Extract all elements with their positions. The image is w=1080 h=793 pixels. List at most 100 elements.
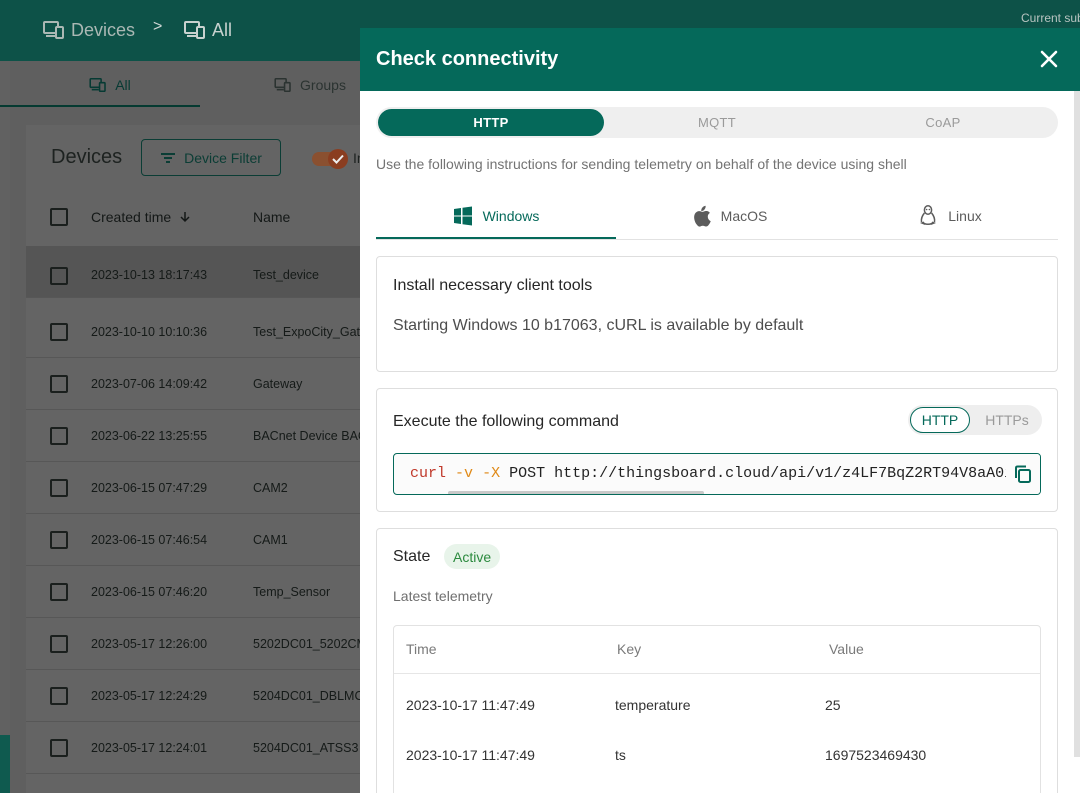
breadcrumb-separator: > (153, 18, 163, 35)
breadcrumb-root-label: Devices (71, 19, 136, 40)
breadcrumb-all[interactable]: All (184, 19, 232, 41)
cell-device-name: 5202DC01_5202CM (253, 637, 360, 651)
devices-icon (184, 21, 205, 39)
cell-created-time: 2023-05-17 12:24:29 (91, 689, 208, 703)
command-rest: POST http://thingsboard.cloud/api/v1/z4L… (509, 465, 1014, 482)
protocol-mqtt[interactable]: MQTT (604, 107, 830, 138)
status-badge: Active (444, 544, 501, 569)
option-http[interactable]: HTTP (910, 407, 970, 433)
devices-icon (89, 78, 106, 92)
command-scrollbar[interactable] (448, 491, 704, 494)
device-tabs: All Groups (10, 61, 360, 109)
select-all-checkbox[interactable] (50, 208, 68, 226)
cell-created-time: 2023-10-13 18:17:43 (91, 268, 208, 282)
column-created-time[interactable]: Created time (91, 209, 191, 225)
cell-time: 2023-10-17 11:47:49 (406, 697, 535, 713)
cell-created-time: 2023-06-15 07:46:20 (91, 585, 208, 599)
device-filter-button[interactable]: Device Filter (141, 139, 281, 176)
close-icon[interactable] (1038, 48, 1060, 70)
column-value: Value (829, 641, 864, 657)
cell-created-time: 2023-07-06 14:09:42 (91, 377, 208, 391)
tab-windows-label: Windows (482, 208, 540, 224)
row-checkbox[interactable] (50, 687, 68, 705)
dialog-title: Check connectivity (376, 48, 559, 70)
filter-icon (161, 152, 176, 163)
sidebar-strip-bottom (0, 735, 10, 793)
install-tools-panel: Install necessary client tools Starting … (376, 256, 1058, 372)
column-time: Time (406, 641, 437, 657)
cell-device-name: Test_device (253, 268, 320, 282)
tab-windows[interactable]: Windows (376, 192, 616, 240)
column-key: Key (617, 641, 642, 657)
cell-created-time: 2023-06-22 13:25:55 (91, 429, 208, 443)
http-https-toggle: HTTP HTTPs (908, 405, 1042, 435)
cell-created-time: 2023-10-10 10:10:36 (91, 325, 208, 339)
row-checkbox[interactable] (50, 375, 68, 393)
execute-command-panel: Execute the following command HTTP HTTPs… (376, 388, 1058, 512)
copy-button[interactable] (1006, 454, 1040, 494)
command-box[interactable]: curl -v -X POST http://thingsboard.cloud… (393, 453, 1041, 495)
protocol-toggle: HTTP MQTT CoAP (376, 107, 1058, 138)
row-checkbox[interactable] (50, 739, 68, 757)
dialog-header: Check connectivity (360, 28, 1080, 91)
cell-created-time: 2023-06-15 07:47:29 (91, 481, 208, 495)
dialog-scrollbar[interactable] (1074, 91, 1080, 757)
breadcrumb-devices[interactable]: Devices (43, 19, 135, 41)
check-icon (332, 154, 344, 164)
row-checkbox[interactable] (50, 635, 68, 653)
command-text: curl -v -X POST http://thingsboard.cloud… (410, 465, 1013, 482)
row-checkbox[interactable] (50, 323, 68, 341)
option-https[interactable]: HTTPs (974, 405, 1040, 435)
device-filter-label: Device Filter (184, 149, 262, 166)
cell-time: 2023-10-17 11:47:49 (406, 747, 535, 763)
row-checkbox[interactable] (50, 583, 68, 601)
linux-icon (920, 205, 937, 225)
protocol-http[interactable]: HTTP (378, 109, 604, 136)
tab-groups-label: Groups (300, 77, 346, 93)
tab-linux-label: Linux (948, 208, 982, 224)
tab-all-label: All (115, 77, 131, 93)
cell-device-name: CAM2 (253, 481, 288, 495)
column-name[interactable]: Name (253, 209, 290, 225)
row-checkbox[interactable] (50, 427, 68, 445)
include-toggle-knob[interactable] (328, 149, 348, 169)
row-checkbox[interactable] (50, 267, 68, 285)
protocol-coap[interactable]: CoAP (830, 107, 1056, 138)
cell-key: temperature (615, 697, 691, 713)
tab-macos[interactable]: MacOS (616, 192, 842, 240)
devices-card-title: Devices (51, 146, 123, 168)
windows-icon (453, 206, 472, 226)
table-divider (394, 673, 1040, 674)
state-title: State (393, 548, 431, 565)
cell-created-time: 2023-05-17 12:24:01 (91, 741, 208, 755)
cell-device-name: BACnet Device BAC (253, 429, 360, 443)
cell-device-name: Gateway (253, 377, 303, 391)
instructions-text: Use the following instructions for sendi… (376, 156, 907, 172)
devices-icon (274, 78, 291, 92)
telemetry-table: Time Key Value 2023-10-17 11:47:49 tempe… (393, 625, 1041, 793)
os-tab-ink (376, 237, 616, 239)
cell-device-name: CAM1 (253, 533, 288, 547)
state-panel: State Active Latest telemetry Time Key V… (376, 528, 1058, 793)
command-flag-v: -v (455, 465, 474, 482)
install-tools-title: Install necessary client tools (393, 277, 593, 294)
cell-key: ts (615, 747, 626, 763)
command-curl: curl (410, 465, 447, 482)
latest-telemetry-label: Latest telemetry (393, 588, 493, 604)
apple-icon (693, 205, 711, 227)
tab-all[interactable]: All (10, 61, 210, 109)
row-checkbox[interactable] (50, 531, 68, 549)
row-checkbox[interactable] (50, 479, 68, 497)
tab-ink (0, 105, 200, 107)
tab-linux[interactable]: Linux (842, 192, 1058, 240)
sidebar-strip (0, 61, 10, 793)
cell-value: 25 (825, 697, 841, 713)
check-connectivity-dialog: Check connectivity HTTP MQTT CoAP Use th… (360, 28, 1080, 793)
arrow-down-icon (180, 212, 190, 223)
tab-macos-label: MacOS (720, 208, 768, 224)
cell-device-name: 5204DC01_DBLMC (253, 689, 360, 703)
os-tabs: Windows MacOS Linux (376, 192, 1058, 240)
cell-value: 1697523469430 (825, 747, 927, 763)
cell-device-name: 5204DC01_ATSS3 (253, 741, 359, 755)
copy-icon (1015, 465, 1031, 483)
